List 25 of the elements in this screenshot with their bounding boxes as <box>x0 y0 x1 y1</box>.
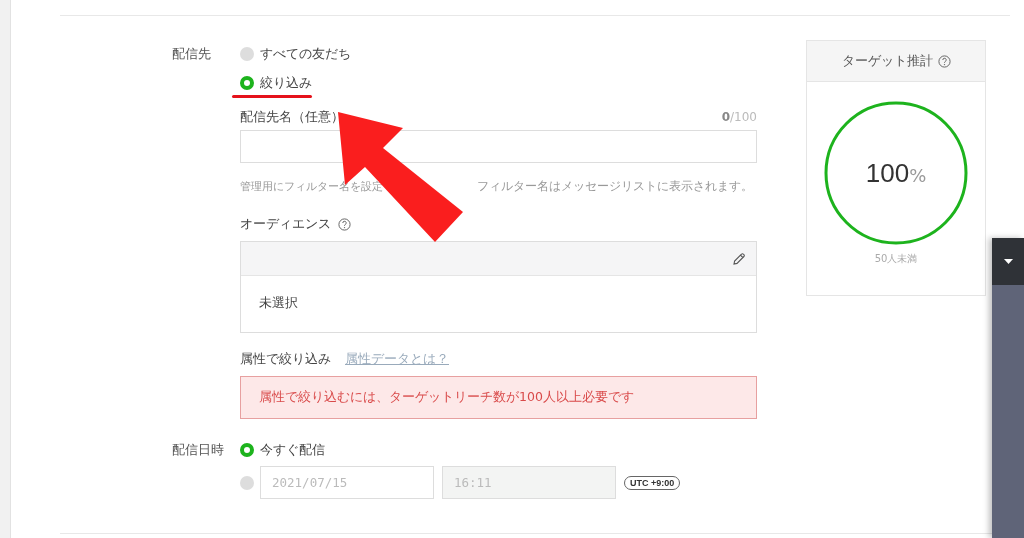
radio-label[interactable]: すべての友だち <box>260 45 351 63</box>
help-icon[interactable] <box>937 54 951 68</box>
radio-button[interactable] <box>240 475 254 490</box>
gauge-value: 100 <box>865 157 910 189</box>
radio-button[interactable] <box>240 443 254 457</box>
help-icon[interactable] <box>338 217 351 231</box>
caret-icon[interactable] <box>1003 259 1013 264</box>
card-title: ターゲット推計 <box>841 52 933 70</box>
character-counter: 0/100 <box>721 109 757 126</box>
audience-value: 未選択 <box>258 294 299 312</box>
field-label: 配信先名（任意） <box>240 108 344 126</box>
radio-button[interactable] <box>240 47 254 61</box>
field-label: オーディエンス <box>240 215 331 233</box>
gauge-unit: % <box>909 164 927 186</box>
radio-label[interactable]: 今すぐ配信 <box>260 441 325 459</box>
error-alert: 属性で絞り込むには、ターゲットリーチ数が100人以上必要です <box>240 376 757 419</box>
radio-label[interactable]: 絞り込み <box>260 74 312 92</box>
field-label: 配信先 <box>172 45 212 63</box>
field-label: 属性で絞り込み <box>240 350 331 368</box>
reach-note: 50人未満 <box>874 252 918 266</box>
pencil-icon[interactable] <box>732 251 746 266</box>
hint-text: フィルター名はメッセージリストに表示されます。 <box>477 178 753 195</box>
input-field[interactable] <box>240 130 757 163</box>
field-label: 配信日時 <box>172 441 225 459</box>
radio-button[interactable] <box>240 76 254 90</box>
